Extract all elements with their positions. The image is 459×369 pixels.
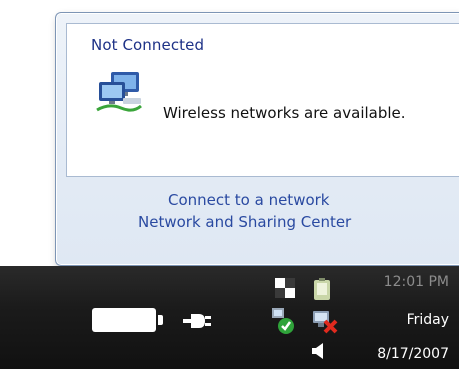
connection-status-title: Not Connected: [91, 36, 205, 54]
network-sharing-center-link[interactable]: Network and Sharing Center: [138, 213, 351, 231]
security-shield-icon[interactable]: [270, 306, 296, 336]
speaker-icon[interactable]: [312, 342, 326, 360]
network-flyout: Not Connected Wireless networks are avai…: [55, 12, 459, 266]
clock-day[interactable]: Friday: [407, 312, 449, 328]
wireless-network-computers-icon: [96, 72, 142, 112]
clock-date[interactable]: 8/17/2007: [377, 346, 449, 362]
wireless-available-message: Wireless networks are available.: [163, 104, 406, 122]
battery-tip: [158, 315, 163, 325]
network-status-panel: Not Connected Wireless networks are avai…: [66, 23, 459, 177]
checker-icon[interactable]: [275, 278, 295, 298]
connect-to-network-link[interactable]: Connect to a network: [168, 191, 330, 209]
network-error-icon[interactable]: [312, 308, 338, 334]
tablet-icon[interactable]: [312, 278, 332, 302]
clock-time[interactable]: 12:01 PM: [384, 274, 449, 290]
taskbar-notification-area: 12:01 PM Friday 8/17/2007: [0, 266, 459, 369]
battery-icon[interactable]: [92, 308, 156, 332]
power-plug-icon[interactable]: [183, 311, 211, 331]
